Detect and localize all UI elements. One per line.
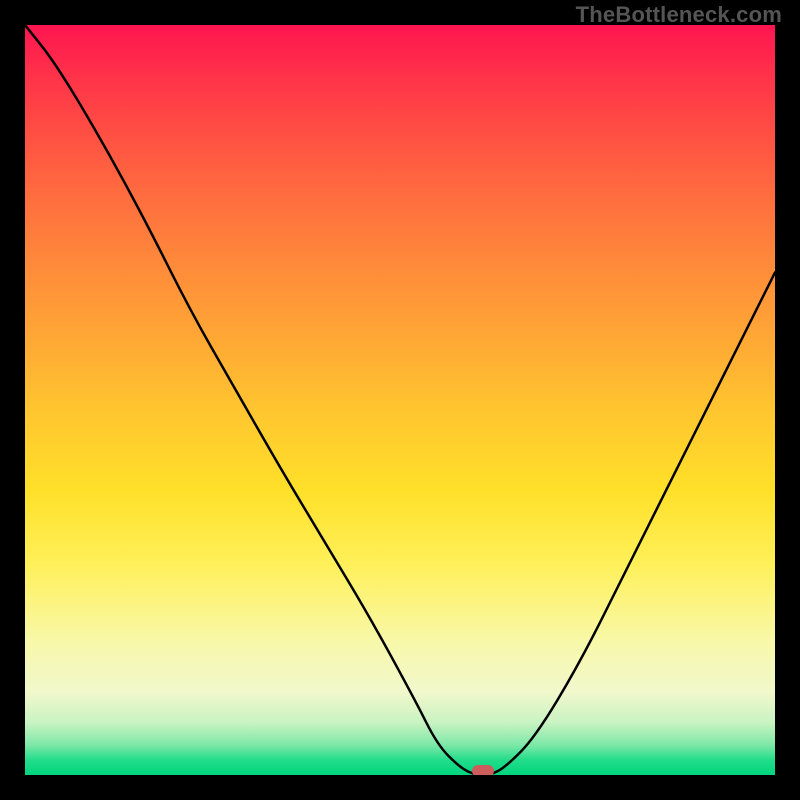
chart-frame: TheBottleneck.com — [0, 0, 800, 800]
watermark-text: TheBottleneck.com — [576, 2, 782, 28]
plot-area — [25, 25, 775, 775]
minimum-marker — [472, 765, 494, 775]
bottleneck-curve — [25, 25, 775, 775]
